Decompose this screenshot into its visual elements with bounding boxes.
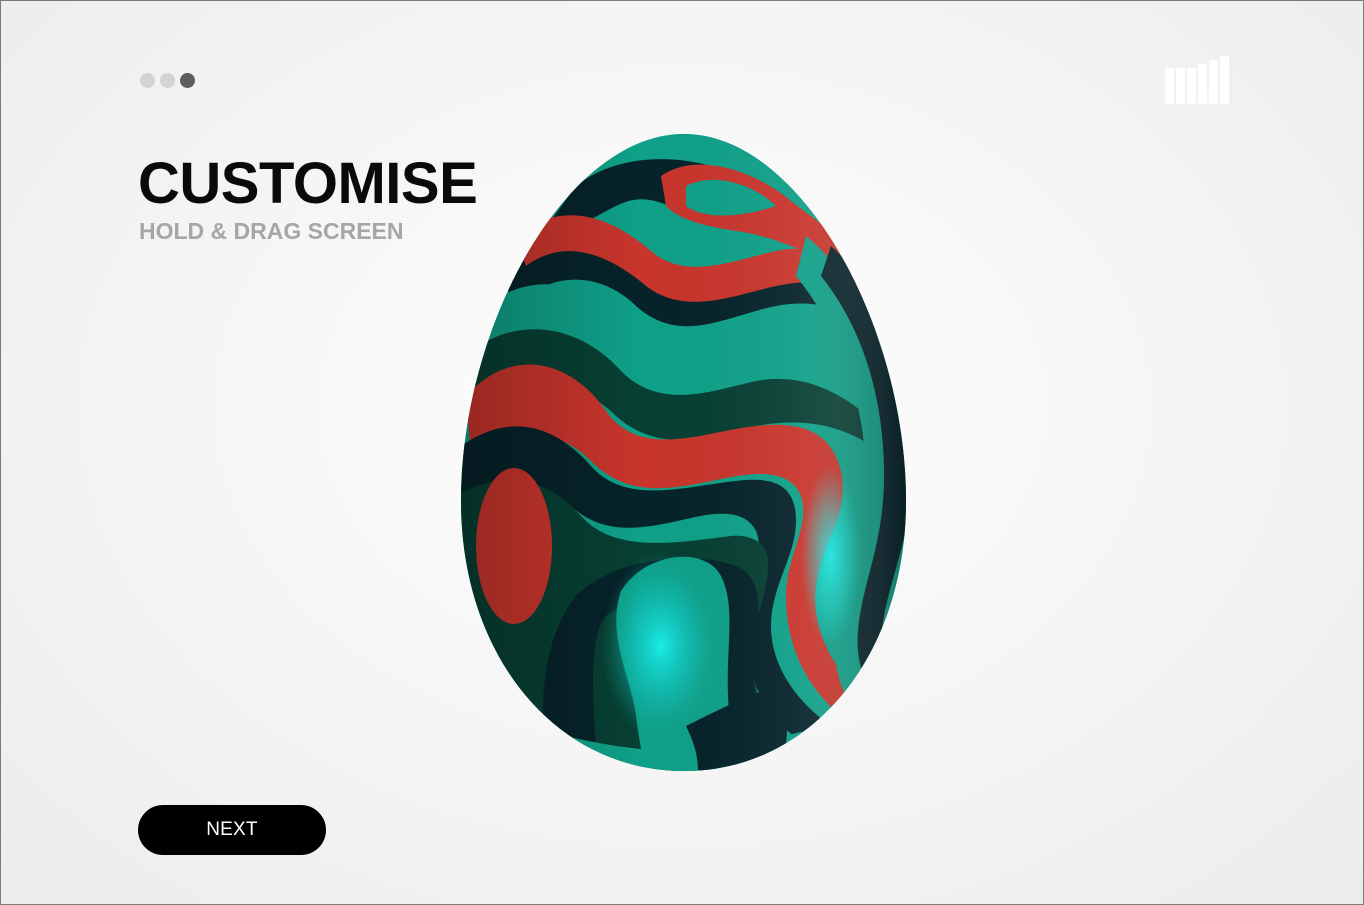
egg-viewport[interactable]: [456, 126, 916, 781]
step-dot-1: [140, 73, 155, 88]
page-subtitle: HOLD & DRAG SCREEN: [139, 218, 404, 244]
patterned-egg-icon[interactable]: [456, 126, 916, 781]
customise-screen: CUSTOMISE HOLD & DRAG SCREEN NEXT: [0, 0, 1364, 905]
step-dot-2: [160, 73, 175, 88]
bars-logo-icon: [1165, 56, 1229, 104]
step-progress-indicator: [140, 73, 195, 88]
step-dot-3-active: [180, 73, 195, 88]
next-button[interactable]: NEXT: [138, 805, 326, 855]
page-title: CUSTOMISE: [138, 151, 478, 216]
